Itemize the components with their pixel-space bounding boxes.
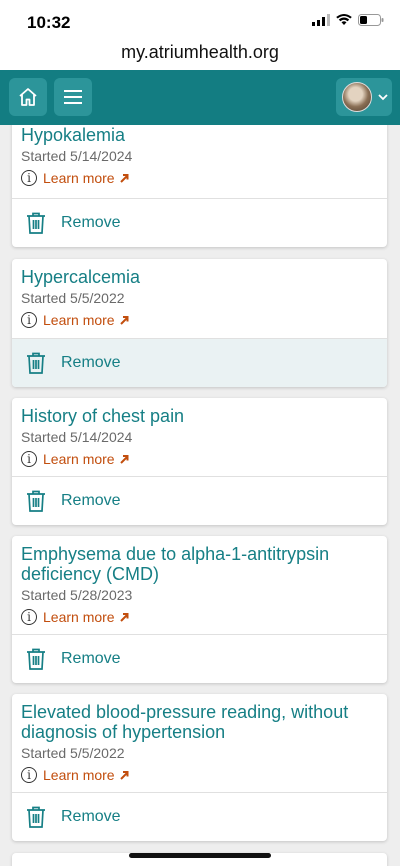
- learn-more-label: Learn more: [43, 451, 115, 467]
- condition-card: Hypokalemia Started 5/14/2024 i Learn mo…: [12, 125, 387, 247]
- learn-more-link[interactable]: i Learn more: [21, 168, 378, 188]
- external-link-icon: [119, 173, 129, 183]
- learn-more-link[interactable]: i Learn more: [21, 310, 378, 330]
- info-icon: i: [21, 767, 37, 783]
- url-text: my.atriumhealth.org: [121, 42, 279, 62]
- remove-label: Remove: [61, 492, 121, 509]
- learn-more-label: Learn more: [43, 609, 115, 625]
- learn-more-label: Learn more: [43, 312, 115, 328]
- clock: 10:32: [27, 13, 71, 32]
- external-link-icon: [119, 612, 129, 622]
- account-menu-button[interactable]: [336, 78, 392, 116]
- trash-icon: [25, 211, 47, 235]
- info-icon: i: [21, 170, 37, 186]
- remove-button[interactable]: Remove: [12, 792, 387, 841]
- home-button[interactable]: [9, 78, 47, 116]
- status-icons: [312, 14, 384, 26]
- learn-more-label: Learn more: [43, 170, 115, 186]
- battery-icon: [358, 14, 384, 26]
- condition-card: History of chest pain Started 5/14/2024 …: [12, 398, 387, 525]
- trash-icon: [25, 489, 47, 513]
- condition-title-link[interactable]: Hypokalemia: [21, 125, 378, 145]
- external-link-icon: [119, 770, 129, 780]
- wifi-icon: [336, 14, 352, 25]
- chevron-down-icon: [378, 94, 388, 101]
- learn-more-label: Learn more: [43, 767, 115, 783]
- remove-label: Remove: [61, 808, 121, 825]
- address-bar[interactable]: my.atriumhealth.org: [0, 40, 400, 70]
- remove-label: Remove: [61, 650, 121, 667]
- condition-title-link[interactable]: Hypercalcemia: [21, 267, 378, 287]
- status-bar: 10:32: [0, 0, 400, 40]
- condition-start-date: Started 5/5/2022: [21, 290, 125, 306]
- condition-card: Hypercalcemia Started 5/5/2022 i Learn m…: [12, 259, 387, 387]
- info-icon: i: [21, 451, 37, 467]
- external-link-icon: [119, 454, 129, 464]
- user-avatar: [342, 82, 372, 112]
- info-icon: i: [21, 312, 37, 328]
- remove-label: Remove: [61, 354, 121, 371]
- condition-start-date: Started 5/28/2023: [21, 587, 133, 603]
- menu-button[interactable]: [54, 78, 92, 116]
- condition-card: Emphysema due to alpha-1-antitrypsin def…: [12, 536, 387, 683]
- info-icon: i: [21, 609, 37, 625]
- condition-title-link[interactable]: Emphysema due to alpha-1-antitrypsin def…: [21, 544, 378, 584]
- condition-card: Elevated blood-pressure reading, without…: [12, 694, 387, 841]
- remove-button[interactable]: Remove: [12, 634, 387, 683]
- remove-label: Remove: [61, 214, 121, 231]
- learn-more-link[interactable]: i Learn more: [21, 765, 378, 785]
- trash-icon: [25, 805, 47, 829]
- remove-button[interactable]: Remove: [12, 338, 387, 387]
- condition-title-link[interactable]: History of chest pain: [21, 406, 378, 426]
- learn-more-link[interactable]: i Learn more: [21, 449, 378, 469]
- home-indicator[interactable]: [129, 853, 271, 858]
- external-link-icon: [119, 315, 129, 325]
- home-icon: [19, 88, 37, 106]
- condition-start-date: Started 5/14/2024: [21, 429, 133, 445]
- condition-start-date: Started 5/5/2022: [21, 745, 125, 761]
- hamburger-menu-icon: [64, 90, 82, 104]
- app-header: [0, 70, 400, 125]
- learn-more-link[interactable]: i Learn more: [21, 607, 378, 627]
- remove-button[interactable]: Remove: [12, 476, 387, 525]
- trash-icon: [25, 647, 47, 671]
- condition-start-date: Started 5/14/2024: [21, 148, 133, 164]
- trash-icon: [25, 351, 47, 375]
- cellular-signal-icon: [312, 14, 330, 26]
- condition-title-link[interactable]: Elevated blood-pressure reading, without…: [21, 702, 378, 742]
- conditions-list: Hypokalemia Started 5/14/2024 i Learn mo…: [0, 125, 400, 866]
- remove-button[interactable]: Remove: [12, 198, 387, 247]
